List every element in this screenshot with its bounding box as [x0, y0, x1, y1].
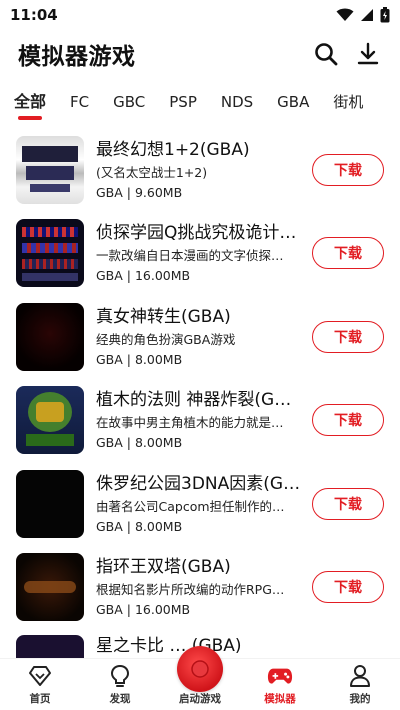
game-thumbnail [16, 635, 84, 660]
game-meta: GBA | 8.00MB [96, 435, 183, 451]
download-button[interactable]: 下载 [312, 487, 384, 520]
status-bar: 11:04 [0, 0, 400, 30]
nav-label: 我的 [349, 693, 371, 705]
nav-label: 发现 [109, 693, 131, 705]
game-meta: GBA | 9.60MB [96, 184, 183, 200]
game-description: 经典的角色扮演GBA游戏 [96, 331, 236, 347]
tab-gba[interactable]: GBA [277, 88, 309, 122]
game-title: 植木的法则 神器炸裂(GBA) [96, 390, 302, 411]
nav-launch-game[interactable]: 启动游戏 [160, 646, 240, 710]
launch-icon[interactable] [177, 646, 223, 692]
download-button[interactable]: 下载 [312, 404, 384, 437]
game-description: (又名太空战士1+2) [96, 164, 208, 180]
nav-label: 启动游戏 [179, 693, 221, 705]
nav-profile[interactable]: 我的 [320, 658, 400, 710]
status-icons [336, 7, 390, 23]
bottom-navigation: 首页 发现 启动游戏 模拟器 我的 [0, 646, 400, 710]
game-meta: GBA | 16.00MB [96, 602, 191, 618]
signal-icon [361, 9, 373, 21]
game-title: 最终幻想1+2(GBA) [96, 139, 250, 160]
download-button[interactable]: 下载 [312, 153, 384, 186]
list-item[interactable]: 真女神转生(GBA) 经典的角色扮演GBA游戏 GBA | 8.00MB 下载 [0, 295, 400, 379]
tab-fc[interactable]: FC [70, 88, 89, 122]
app-header: 模拟器游戏 [0, 32, 400, 76]
game-title: 真女神转生(GBA) [96, 306, 231, 327]
bulb-icon [107, 663, 133, 689]
game-thumbnail [16, 386, 84, 455]
nav-emulator[interactable]: 模拟器 [240, 658, 320, 710]
game-thumbnail [16, 302, 84, 371]
download-icon[interactable] [354, 40, 382, 68]
user-icon [347, 663, 373, 689]
search-icon[interactable] [312, 40, 340, 68]
game-meta: GBA | 16.00MB [96, 268, 191, 284]
game-thumbnail [16, 219, 84, 288]
game-title: 侦探学园Q挑战究极诡计… [96, 223, 297, 244]
game-description: 根据知名影片所改编的动作RPG… [96, 582, 285, 598]
game-title: 指环王双塔(GBA) [96, 557, 231, 578]
nav-label: 首页 [29, 693, 51, 705]
download-button[interactable]: 下载 [312, 571, 384, 604]
game-meta: GBA | 8.00MB [96, 518, 183, 534]
nav-label: 模拟器 [264, 693, 296, 705]
list-item[interactable]: 指环王双塔(GBA) 根据知名影片所改编的动作RPG… GBA | 16.00M… [0, 546, 400, 630]
tab-all[interactable]: 全部 [14, 88, 46, 122]
battery-icon [380, 7, 390, 23]
game-meta: GBA | 8.00MB [96, 351, 183, 367]
download-button[interactable]: 下载 [312, 237, 384, 270]
wifi-icon [336, 8, 354, 21]
game-description: 由著名公司Capcom担任制作的… [96, 498, 285, 514]
page-title: 模拟器游戏 [18, 44, 136, 70]
list-item[interactable]: 最终幻想1+2(GBA) (又名太空战士1+2) GBA | 9.60MB 下载 [0, 128, 400, 212]
list-item[interactable]: 植木的法则 神器炸裂(GBA) 在故事中男主角植木的能力就是… GBA | 8.… [0, 379, 400, 463]
tab-gbc[interactable]: GBC [113, 88, 145, 122]
game-thumbnail [16, 469, 84, 538]
game-list: 最终幻想1+2(GBA) (又名太空战士1+2) GBA | 9.60MB 下载… [0, 128, 400, 660]
tab-psp[interactable]: PSP [169, 88, 197, 122]
gamepad-icon [267, 663, 293, 689]
game-thumbnail [16, 135, 84, 204]
list-item[interactable]: 侦探学园Q挑战究极诡计… 一款改编自日本漫画的文字侦探… GBA | 16.00… [0, 212, 400, 296]
game-title: 侏罗纪公园3DNA因素(GBA) [96, 473, 302, 494]
game-title: 星之卡比 … (GBA) [96, 636, 242, 656]
diamond-icon [27, 663, 53, 689]
category-tabs: 全部 FC GBC PSP NDS GBA 街机 [0, 88, 400, 122]
nav-discover[interactable]: 发现 [80, 658, 160, 710]
tab-nds[interactable]: NDS [221, 88, 253, 122]
game-description: 在故事中男主角植木的能力就是… [96, 415, 284, 431]
tab-arcade[interactable]: 街机 [333, 88, 363, 122]
status-time: 11:04 [10, 6, 58, 24]
game-thumbnail [16, 553, 84, 622]
list-item[interactable]: 侏罗纪公园3DNA因素(GBA) 由著名公司Capcom担任制作的… GBA |… [0, 462, 400, 546]
nav-home[interactable]: 首页 [0, 658, 80, 710]
download-button[interactable]: 下载 [312, 320, 384, 353]
game-description: 一款改编自日本漫画的文字侦探… [96, 248, 284, 264]
